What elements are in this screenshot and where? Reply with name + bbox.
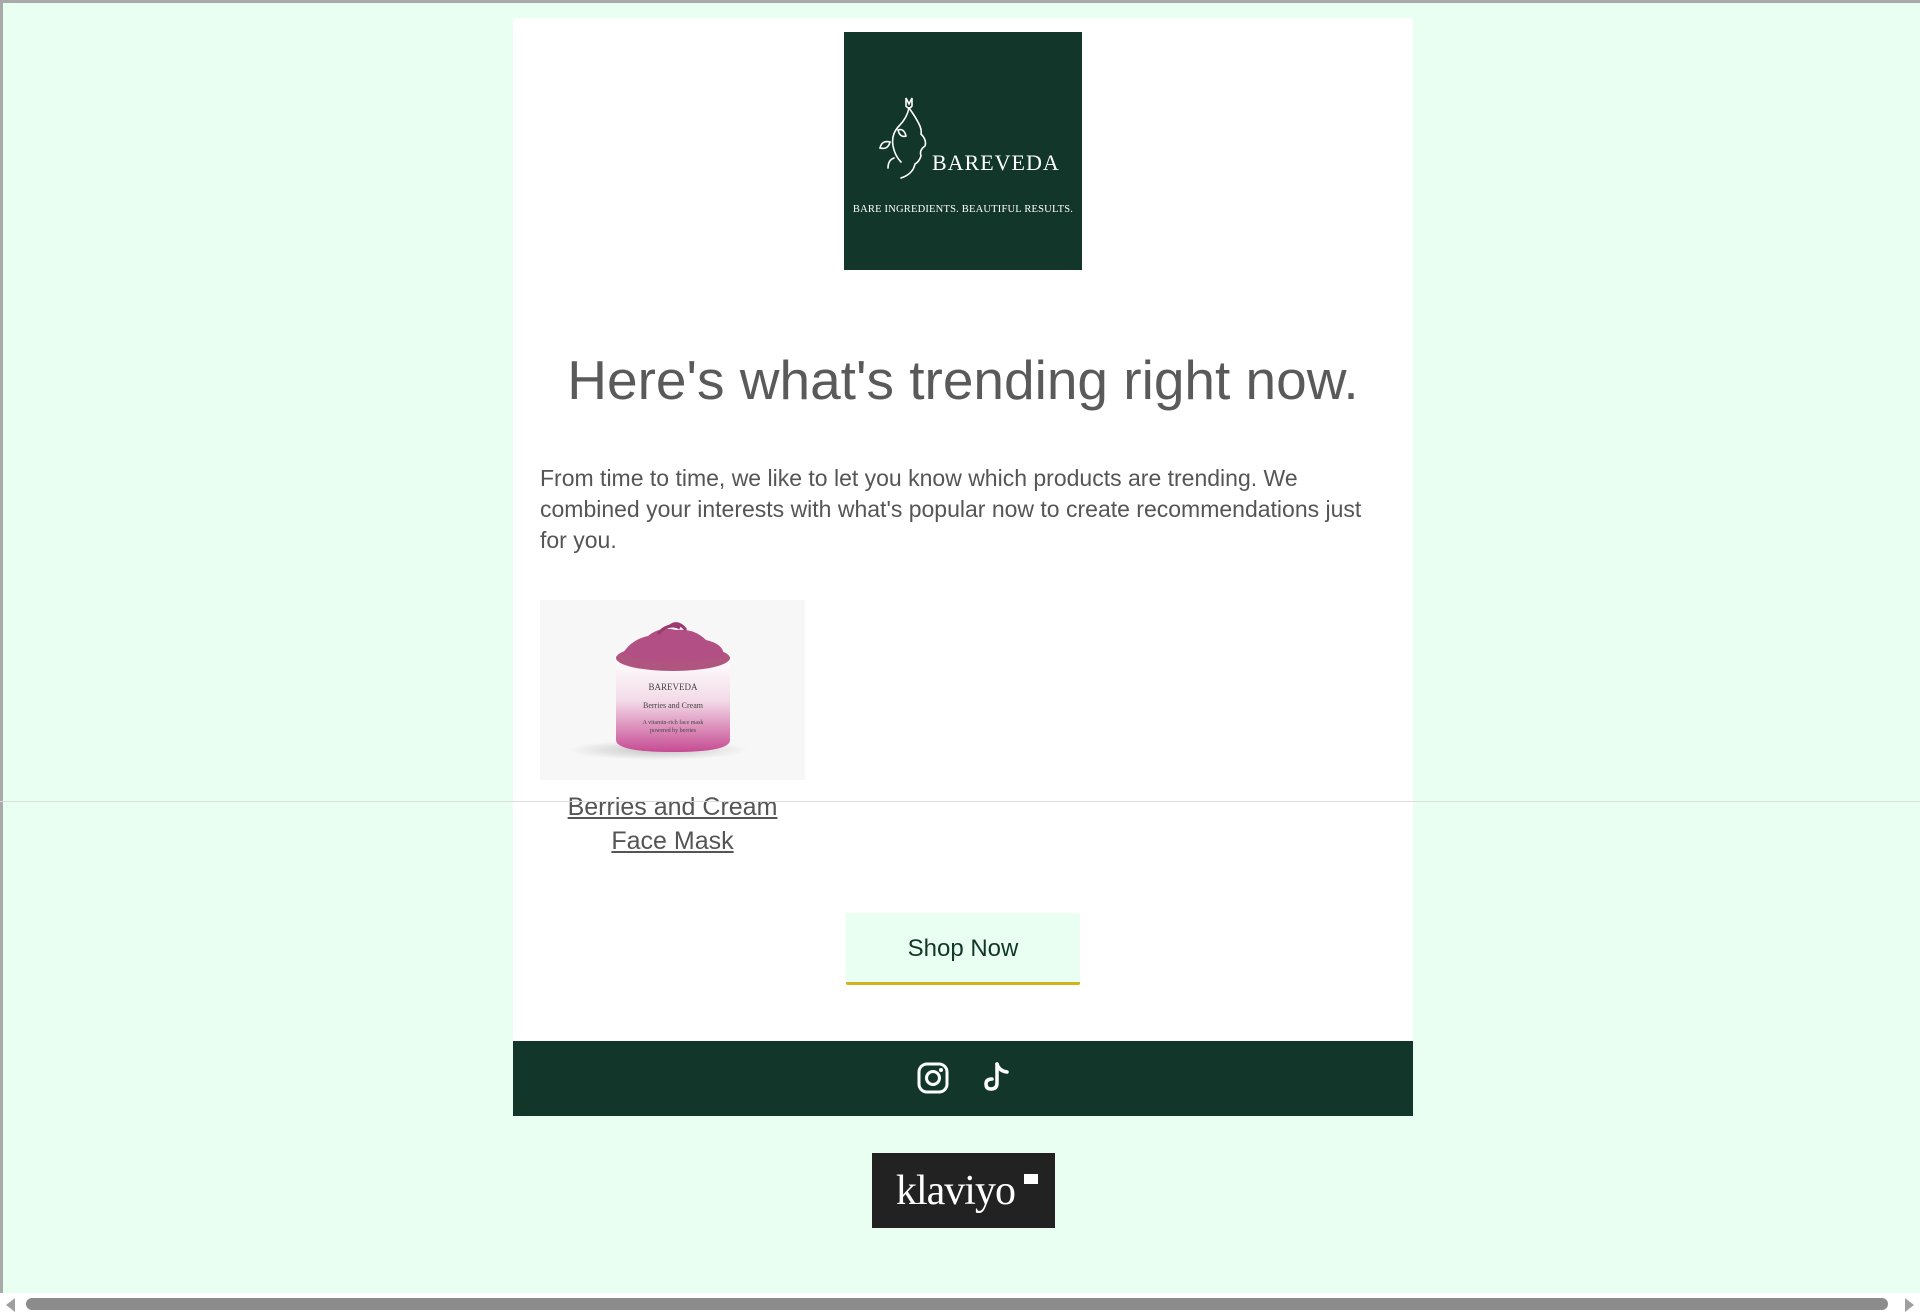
tiktok-icon[interactable] bbox=[979, 1061, 1013, 1095]
email-headline: Here's what's trending right now. bbox=[567, 349, 1359, 411]
jar-desc-line2: powered by berries bbox=[650, 728, 697, 734]
jar-product-text: Berries and Cream bbox=[643, 701, 704, 710]
klaviyo-flag-icon bbox=[1024, 1174, 1038, 1184]
shop-now-button[interactable]: Shop Now bbox=[846, 913, 1080, 985]
product-image[interactable]: BAREVEDA Berries and Cream A vitamin-ric… bbox=[540, 600, 805, 780]
scroll-left-arrow-icon[interactable] bbox=[6, 1298, 15, 1312]
klaviyo-wordmark: klaviyo bbox=[896, 1168, 1016, 1214]
jar-brand-text: BAREVEDA bbox=[649, 682, 698, 692]
window-frame-left bbox=[0, 0, 3, 1315]
scrollbar-thumb[interactable] bbox=[26, 1298, 1888, 1310]
jar-desc-line1: A vitamin-rich face mask bbox=[643, 719, 704, 726]
brand-logo[interactable]: BAREVEDA BARE INGREDIENTS. BEAUTIFUL RES… bbox=[844, 32, 1082, 270]
face-mask-jar-illustration: BAREVEDA Berries and Cream A vitamin-ric… bbox=[568, 622, 748, 760]
scroll-right-arrow-icon[interactable] bbox=[1905, 1298, 1914, 1312]
window-frame-top bbox=[0, 0, 1920, 3]
klaviyo-badge[interactable]: klaviyo bbox=[872, 1153, 1055, 1228]
brand-tagline: BARE INGREDIENTS. BEAUTIFUL RESULTS. bbox=[852, 204, 1074, 215]
product-card[interactable]: BAREVEDA Berries and Cream A vitamin-ric… bbox=[540, 600, 805, 875]
instagram-icon[interactable] bbox=[916, 1061, 950, 1095]
overlay-divider-line bbox=[0, 801, 1920, 802]
email-body: BAREVEDA BARE INGREDIENTS. BEAUTIFUL RES… bbox=[513, 18, 1413, 1041]
social-footer-bar bbox=[513, 1041, 1413, 1116]
intro-paragraph: From time to time, we like to let you kn… bbox=[540, 465, 1362, 553]
brand-name: BAREVEDA bbox=[932, 150, 1060, 175]
face-flower-logo-icon bbox=[879, 97, 927, 179]
horizontal-scrollbar[interactable] bbox=[0, 1293, 1920, 1315]
